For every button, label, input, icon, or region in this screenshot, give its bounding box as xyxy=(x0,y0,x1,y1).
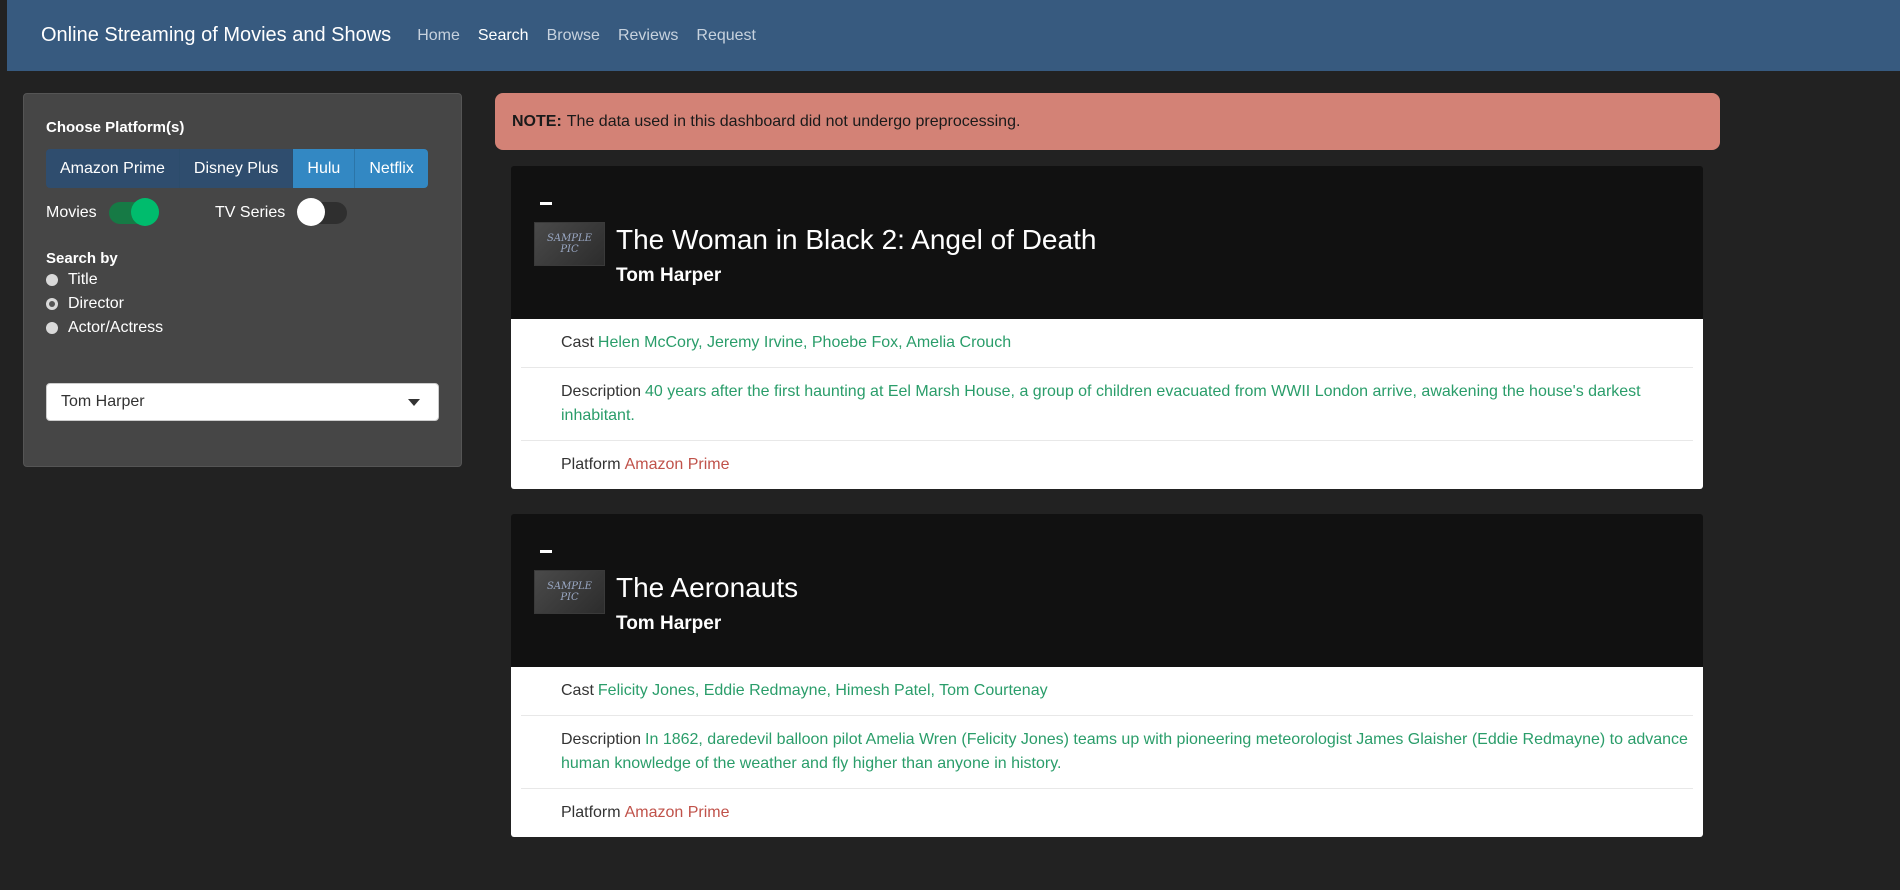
nav-home[interactable]: Home xyxy=(417,27,460,45)
search-option-director[interactable]: Director xyxy=(46,295,124,313)
cast-label: Cast xyxy=(561,682,594,699)
tv-series-toggle-switch[interactable] xyxy=(297,198,348,226)
platform-button-amazon-prime[interactable]: Amazon Prime xyxy=(46,149,180,188)
description-label: Description xyxy=(561,383,642,400)
search-option-title[interactable]: Title xyxy=(46,271,98,289)
platform-row: Platform Amazon Prime xyxy=(521,789,1693,837)
brand-title[interactable]: Online Streaming of Movies and Shows xyxy=(41,24,391,47)
note-alert: NOTE: The data used in this dashboard di… xyxy=(495,93,1720,150)
cast-row: Cast Felicity Jones, Eddie Redmayne, Hime… xyxy=(521,667,1693,716)
movie-title: The Woman in Black 2: Angel of Death xyxy=(616,224,1097,255)
radio-director[interactable] xyxy=(46,298,58,310)
cast-value: Helen McCory, Jeremy Irvine, Phoebe Fox,… xyxy=(597,334,1012,351)
note-alert-bold: NOTE: xyxy=(512,112,562,130)
search-option-director-label: Director xyxy=(68,295,125,312)
search-option-title-label: Title xyxy=(68,271,98,288)
director-select-value: Tom Harper xyxy=(61,393,145,410)
nav-browse[interactable]: Browse xyxy=(547,27,600,45)
director-select[interactable]: Tom Harper xyxy=(46,383,439,421)
radio-actor[interactable] xyxy=(46,322,58,334)
cast-label: Cast xyxy=(561,334,594,351)
search-option-actor[interactable]: Actor/Actress xyxy=(46,319,163,337)
note-alert-text: The data used in this dashboard did not … xyxy=(566,112,1021,130)
movies-toggle-row: Movies xyxy=(46,198,159,226)
movie-director: Tom Harper xyxy=(616,265,722,286)
description-row: Description 40 years after the first haun… xyxy=(521,368,1693,441)
tv-series-toggle-row: TV Series xyxy=(215,198,348,226)
result-card-header: SAMPLE PIC The Woman in Black 2: Angel of… xyxy=(511,166,1703,319)
result-card-body: Cast Helen McCory, Jeremy Irvine, Phoebe … xyxy=(511,319,1703,489)
platform-label: Platform xyxy=(561,456,621,473)
poster-thumbnail: SAMPLE PIC xyxy=(534,570,605,614)
platform-label: Platform xyxy=(561,804,621,821)
poster-thumbnail: SAMPLE PIC xyxy=(534,222,605,266)
movie-title: The Aeronauts xyxy=(616,572,799,603)
search-option-actor-label: Actor/Actress xyxy=(68,319,164,336)
description-label: Description xyxy=(561,731,642,748)
nav-request[interactable]: Request xyxy=(696,27,756,45)
movie-director: Tom Harper xyxy=(616,613,722,634)
collapse-icon[interactable] xyxy=(540,202,552,205)
platform-button-disney-plus[interactable]: Disney Plus xyxy=(179,149,294,188)
nav-reviews[interactable]: Reviews xyxy=(618,27,678,45)
description-row: Description In 1862, daredevil balloon pi… xyxy=(521,716,1693,789)
movies-toggle-label: Movies xyxy=(46,204,97,221)
tv-series-toggle-label: TV Series xyxy=(215,204,286,221)
search-by-label: Search by xyxy=(46,250,118,267)
movies-toggle-switch[interactable] xyxy=(108,198,159,226)
result-card: SAMPLE PIC The Aeronauts Tom Harper Cast F… xyxy=(511,514,1703,837)
result-card-header: SAMPLE PIC The Aeronauts Tom Harper xyxy=(511,514,1703,667)
result-card-body: Cast Felicity Jones, Eddie Redmayne, Hime… xyxy=(511,667,1703,837)
platform-button-netflix[interactable]: Netflix xyxy=(355,149,428,188)
filter-sidebar: Choose Platform(s) Amazon Prime Disney P… xyxy=(23,93,462,467)
chevron-down-icon xyxy=(408,399,420,406)
top-navbar: Online Streaming of Movies and Shows Hom… xyxy=(7,0,1900,71)
platform-value: Amazon Prime xyxy=(624,456,730,473)
platform-button-hulu[interactable]: Hulu xyxy=(293,149,356,188)
platform-row: Platform Amazon Prime xyxy=(521,441,1693,489)
description-value: 40 years after the first haunting at Eel… xyxy=(561,383,1641,424)
cast-row: Cast Helen McCory, Jeremy Irvine, Phoebe … xyxy=(521,319,1693,368)
result-card: SAMPLE PIC The Woman in Black 2: Angel of… xyxy=(511,166,1703,489)
nav-search[interactable]: Search xyxy=(478,27,529,45)
platform-label: Choose Platform(s) xyxy=(46,119,185,136)
platform-button-group: Amazon Prime Disney Plus Hulu Netflix xyxy=(46,149,428,188)
collapse-icon[interactable] xyxy=(540,550,552,553)
platform-value: Amazon Prime xyxy=(624,804,730,821)
description-value: In 1862, daredevil balloon pilot Amelia … xyxy=(561,731,1688,772)
cast-value: Felicity Jones, Eddie Redmayne, Himesh P… xyxy=(597,682,1048,699)
radio-title[interactable] xyxy=(46,274,58,286)
